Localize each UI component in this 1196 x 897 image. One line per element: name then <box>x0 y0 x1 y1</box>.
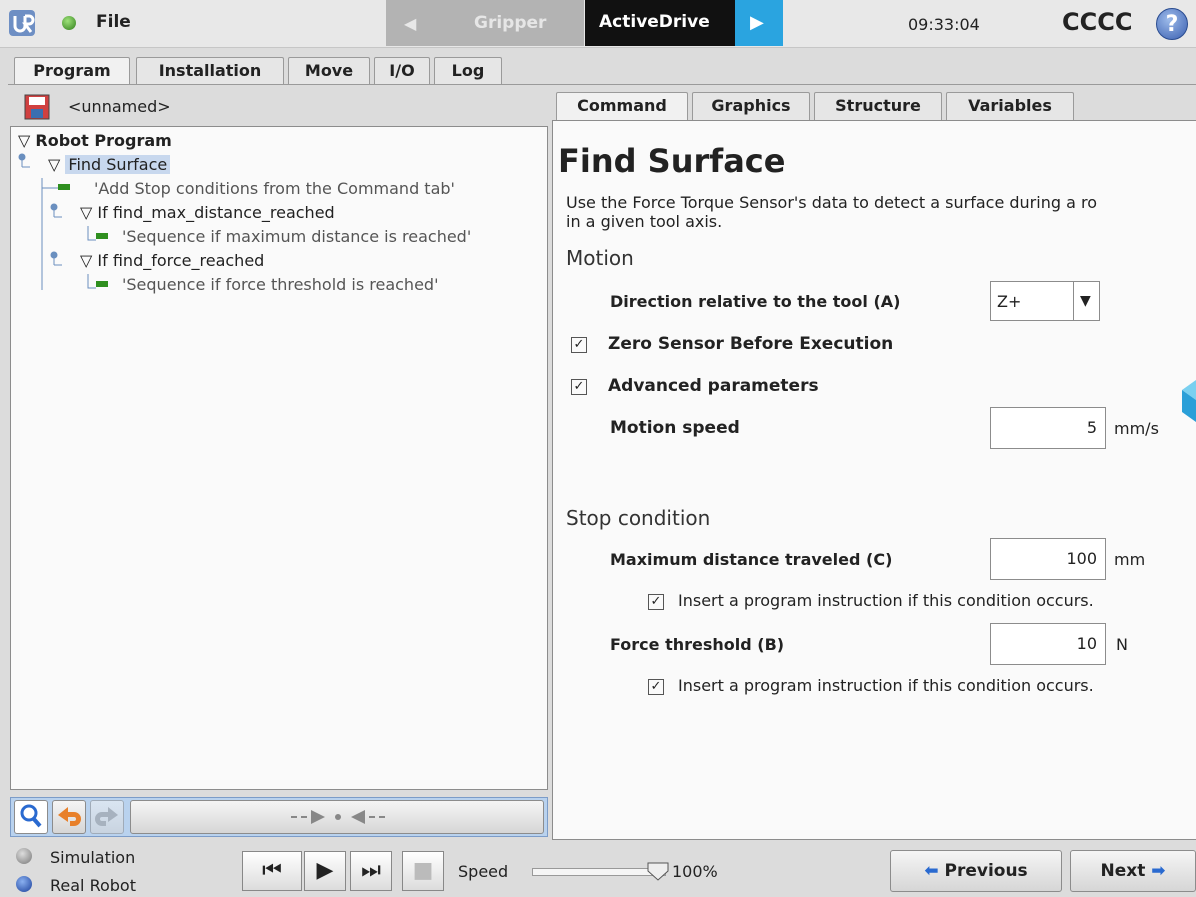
arrow-left-icon: ⬅ <box>924 861 939 881</box>
force-threshold-label: Force threshold (B) <box>610 635 785 654</box>
clock: 09:33:04 <box>908 15 980 34</box>
previous-button[interactable]: ⬅ Previous <box>890 850 1062 892</box>
max-distance-label: Maximum distance traveled (C) <box>610 550 893 569</box>
program-name: <unnamed> <box>68 97 171 116</box>
prev-toolbar-tab[interactable]: ◀ Gripper <box>386 0 584 46</box>
ur-logo-icon <box>8 8 38 38</box>
undo-icon[interactable] <box>52 800 86 834</box>
tab-log[interactable]: Log <box>434 57 502 85</box>
max-distance-unit: mm <box>1114 550 1146 569</box>
advanced-params-label: Advanced parameters <box>608 376 819 396</box>
triangle-down-icon: ▽ <box>18 131 31 150</box>
simulation-label: Simulation <box>50 848 136 867</box>
description: Use the Force Torque Sensor's data to de… <box>566 193 1097 231</box>
tab-structure[interactable]: Structure <box>814 92 942 120</box>
max-distance-input[interactable]: 100 <box>990 538 1106 580</box>
insert-instruction-checkbox-2[interactable]: ✓ <box>648 679 664 695</box>
direction-select[interactable]: Z+ ▼ <box>990 281 1100 321</box>
tree-item-if-force[interactable]: ▽ If find_force_reached <box>80 249 264 273</box>
insert-instruction-checkbox-1[interactable]: ✓ <box>648 594 664 610</box>
chevron-left-icon: ◀ <box>404 14 417 33</box>
collapse-expand-button[interactable] <box>130 800 544 834</box>
advanced-params-checkbox[interactable]: ✓ <box>571 379 587 395</box>
zero-sensor-checkbox[interactable]: ✓ <box>571 337 587 353</box>
page-title: Find Surface <box>558 142 786 180</box>
motion-header: Motion <box>566 246 634 270</box>
tree-item-comment[interactable]: 'Add Stop conditions from the Command ta… <box>94 177 455 201</box>
step-icon: ⏭ <box>361 858 381 883</box>
simulation-radio[interactable] <box>16 848 32 864</box>
tree-item-if-max[interactable]: ▽ If find_max_distance_reached <box>80 201 335 225</box>
activedrive-tab[interactable]: ActiveDrive <box>585 0 735 46</box>
tab-io[interactable]: I/O <box>374 57 430 85</box>
skip-to-start-button[interactable]: ⏮ <box>242 851 302 891</box>
speed-label: Motion speed <box>610 418 740 438</box>
triangle-down-icon: ▽ <box>48 155 61 174</box>
play-button[interactable]: ▶ <box>304 851 346 891</box>
tree-item-seq-force[interactable]: 'Sequence if force threshold is reached' <box>122 273 438 297</box>
real-robot-label: Real Robot <box>50 876 136 895</box>
tree-item-root[interactable]: ▽ Robot Program <box>18 129 172 153</box>
tab-command[interactable]: Command <box>556 92 688 120</box>
collapse-icon <box>291 810 385 824</box>
chevron-down-icon: ▼ <box>1080 293 1091 309</box>
stop-icon: ■ <box>412 858 434 883</box>
direction-label: Direction relative to the tool (A) <box>610 292 901 311</box>
save-icon[interactable] <box>24 94 50 120</box>
speed-percent: 100% <box>672 862 718 881</box>
tab-move[interactable]: Move <box>288 57 370 85</box>
robot-name: CCCC <box>1062 8 1133 36</box>
redo-icon[interactable] <box>90 800 124 834</box>
stop-condition-header: Stop condition <box>566 506 711 530</box>
step-button[interactable]: ⏭ <box>350 851 392 891</box>
real-robot-radio[interactable] <box>16 876 32 892</box>
zero-sensor-label: Zero Sensor Before Execution <box>608 334 894 354</box>
arrow-right-icon: ➡ <box>1151 861 1166 881</box>
force-threshold-input[interactable]: 10 <box>990 623 1106 665</box>
chevron-right-icon: ▶ <box>750 12 764 33</box>
triangle-down-icon: ▽ <box>80 251 93 270</box>
status-indicator-icon <box>62 16 76 30</box>
search-icon[interactable] <box>14 800 48 834</box>
next-button[interactable]: Next ➡ <box>1070 850 1196 892</box>
help-icon[interactable]: ? <box>1156 8 1188 40</box>
force-unit: N <box>1116 635 1128 654</box>
tree-item-find-surface[interactable]: ▽ Find Surface <box>48 153 171 177</box>
speed-slider-handle[interactable] <box>646 861 670 881</box>
speed-footer-label: Speed <box>458 862 509 881</box>
tab-installation[interactable]: Installation <box>136 57 284 85</box>
tab-variables[interactable]: Variables <box>946 92 1074 120</box>
next-toolbar-button[interactable]: ▶ <box>735 0 783 46</box>
tab-divider <box>8 84 1196 85</box>
file-menu[interactable]: File <box>96 12 131 32</box>
triangle-down-icon: ▽ <box>80 203 93 222</box>
insert-instruction-label-1: Insert a program instruction if this con… <box>678 591 1094 610</box>
stop-button[interactable]: ■ <box>402 851 444 891</box>
cube-icon <box>1178 378 1196 428</box>
play-icon: ▶ <box>316 858 334 883</box>
tree-item-seq-max[interactable]: 'Sequence if maximum distance is reached… <box>122 225 471 249</box>
motion-speed-input[interactable]: 5 <box>990 407 1106 449</box>
tab-program[interactable]: Program <box>14 57 130 85</box>
speed-unit: mm/s <box>1114 419 1159 438</box>
tab-graphics[interactable]: Graphics <box>692 92 810 120</box>
skip-back-icon: ⏮ <box>262 858 282 883</box>
insert-instruction-label-2: Insert a program instruction if this con… <box>678 676 1094 695</box>
